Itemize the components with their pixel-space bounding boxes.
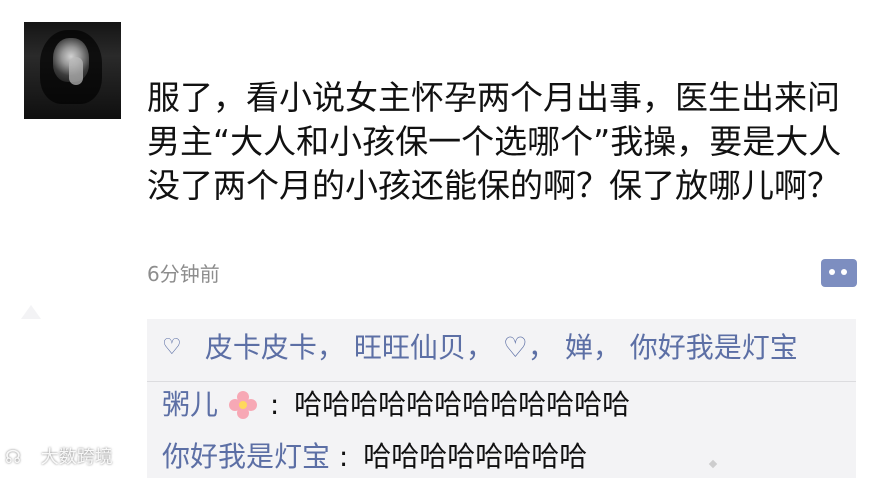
comment-text: 哈哈哈哈哈哈哈哈	[363, 440, 588, 473]
likes-row: ♡ 皮卡皮卡， 旺旺仙贝， ♡， 婵， 你好我是灯宝	[162, 329, 798, 367]
moments-post: 服了，看小说女主怀孕两个月出事，医生出来问男主“大人和小孩保一个选哪个”我操，要…	[0, 0, 880, 478]
like-name[interactable]: ♡	[503, 331, 528, 364]
post-text: 服了，看小说女主怀孕两个月出事，医生出来问男主“大人和小孩保一个选哪个”我操，要…	[147, 78, 842, 205]
comment-item[interactable]: 粥儿 : 哈哈哈哈哈哈哈哈哈哈哈哈	[162, 386, 630, 424]
like-name[interactable]: 婵	[565, 331, 593, 364]
likes-divider	[147, 381, 856, 382]
watermark-logo-icon: ☊	[5, 447, 21, 468]
like-name[interactable]: 旺旺仙贝	[354, 331, 466, 364]
like-name[interactable]: 你好我是灯宝	[630, 331, 798, 364]
post-time: 6分钟前	[147, 262, 220, 286]
likes-separator: ，	[465, 331, 494, 364]
interaction-panel: ♡ 皮卡皮卡， 旺旺仙贝， ♡， 婵， 你好我是灯宝 粥儿 : 哈哈哈哈哈哈哈哈…	[147, 319, 856, 478]
avatar-hand	[69, 57, 83, 85]
pink-flower-icon	[228, 391, 257, 419]
comment-item[interactable]: 你好我是灯宝 : 哈哈哈哈哈哈哈哈	[162, 438, 587, 476]
heart-outline-icon: ♡	[162, 335, 182, 360]
comment-colon: :	[338, 440, 349, 473]
comment-author[interactable]: 你好我是灯宝	[162, 440, 330, 473]
watermark-text: 大数跨境	[40, 447, 113, 468]
like-name[interactable]: 皮卡皮卡	[205, 331, 317, 364]
likes-separator: ，	[316, 331, 345, 364]
watermark: ☊ 大数跨境	[5, 447, 113, 469]
comment-more-icon	[827, 269, 851, 277]
comment-author[interactable]: 粥儿	[162, 388, 218, 421]
likes-separator: ，	[527, 331, 556, 364]
avatar[interactable]	[24, 22, 121, 119]
comment-text: 哈哈哈哈哈哈哈哈哈哈哈哈	[294, 388, 631, 421]
comment-colon: :	[269, 388, 280, 421]
comment-more-button[interactable]	[821, 259, 857, 287]
likes-separator: ，	[592, 331, 621, 364]
